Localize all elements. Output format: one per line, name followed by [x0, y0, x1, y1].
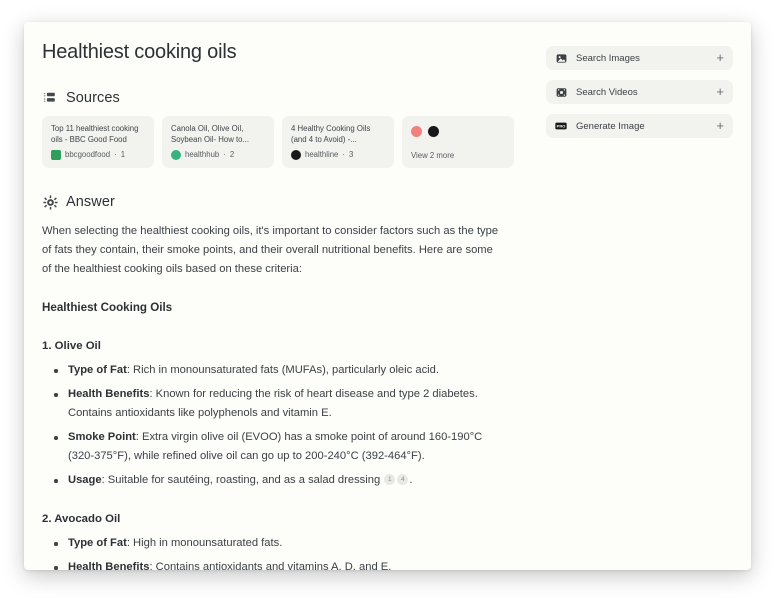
oil-heading: 2. Avocado Oil — [42, 513, 121, 525]
detail-label: Health Benefits — [68, 388, 150, 400]
search-images-button[interactable]: Search Images + — [546, 46, 733, 70]
citation-badge[interactable]: 4 — [397, 473, 409, 485]
source-card[interactable]: 4 Healthy Cooking Oils (and 4 to Avoid) … — [282, 116, 394, 168]
source-avatar-group — [411, 124, 505, 137]
source-meta: healthline · 3 — [291, 150, 385, 160]
generate-image-button[interactable]: PRO Generate Image + — [546, 114, 733, 138]
add-icon[interactable]: + — [716, 119, 724, 132]
source-separator: · — [342, 150, 345, 159]
source-favicon-icon — [411, 126, 422, 137]
source-index: 2 — [229, 150, 235, 159]
svg-text:PRO: PRO — [557, 124, 566, 129]
sources-list: Top 11 healthiest cooking oils - BBC Goo… — [42, 116, 522, 168]
detail-label: Type of Fat — [68, 537, 127, 549]
action-label: Generate Image — [576, 120, 645, 132]
source-separator: · — [114, 150, 117, 159]
page-title: Healthiest cooking oils — [42, 41, 237, 63]
action-label: Search Videos — [576, 86, 638, 98]
action-label: Search Images — [576, 52, 640, 64]
detail-label: Smoke Point — [68, 431, 136, 443]
detail-label: Health Benefits — [68, 561, 150, 570]
search-videos-button[interactable]: Search Videos + — [546, 80, 733, 104]
source-favicon-icon — [171, 150, 181, 160]
source-meta: bbcgoodfood · 1 — [51, 150, 145, 160]
detail-text: : Suitable for sautéing, roasting, and a… — [101, 474, 381, 486]
sources-header: Sources — [42, 90, 522, 106]
view-more-sources-card[interactable]: View 2 more — [402, 116, 514, 168]
detail-text: : Contains antioxidants and vitamins A, … — [149, 561, 392, 570]
detail-text: : High in monounsaturated fats. — [126, 537, 283, 549]
source-card[interactable]: Top 11 healthiest cooking oils - BBC Goo… — [42, 116, 154, 168]
list-item: Type of Fat: High in monounsaturated fat… — [54, 534, 504, 553]
action-panel: Search Images + Search Videos + PRO Gene… — [522, 38, 733, 570]
source-index: 1 — [120, 150, 126, 159]
source-index: 3 — [349, 150, 354, 159]
list-item: Health Benefits: Known for reducing the … — [54, 385, 504, 423]
answer-section-title: Healthiest Cooking Oils — [42, 301, 173, 314]
source-meta: healthhub · 2 — [171, 150, 265, 160]
image-icon — [555, 52, 567, 64]
answer-label: Answer — [66, 194, 115, 210]
pro-badge-icon: PRO — [555, 120, 567, 132]
source-favicon-icon — [428, 126, 439, 137]
oil-details-list: Type of Fat: High in monounsaturated fat… — [42, 534, 522, 570]
detail-label: Type of Fat — [68, 364, 127, 376]
detail-trailing: . — [409, 474, 413, 486]
source-domain: healthline — [305, 150, 339, 159]
add-icon[interactable]: + — [716, 85, 724, 98]
source-separator: · — [223, 150, 226, 159]
oil-details-list: Type of Fat: Rich in monounsaturated fat… — [42, 361, 522, 490]
source-favicon-icon — [291, 150, 301, 160]
detail-label: Usage — [68, 474, 102, 486]
list-item: Health Benefits: Contains antioxidants a… — [54, 558, 504, 570]
source-title: Canola Oil, Olive Oil, Soybean Oil- How … — [171, 124, 250, 144]
citation-badge[interactable]: 1 — [384, 473, 396, 485]
source-title: 4 Healthy Cooking Oils (and 4 to Avoid) … — [291, 124, 371, 144]
source-domain: healthhub — [185, 150, 220, 159]
answer-header: Answer — [42, 194, 522, 210]
source-domain: bbcgoodfood — [65, 150, 111, 159]
answer-card: Healthiest cooking oils Sources Top 11 h… — [24, 22, 751, 570]
view-more-label: View 2 more — [411, 151, 455, 160]
source-title: Top 11 healthiest cooking oils - BBC Goo… — [51, 124, 139, 144]
answer-main-column: Healthiest cooking oils Sources Top 11 h… — [40, 38, 522, 570]
sources-label: Sources — [66, 90, 120, 106]
video-icon — [555, 86, 567, 98]
sparkle-badge-icon — [42, 194, 58, 210]
list-item: Usage: Suitable for sautéing, roasting, … — [54, 471, 504, 490]
answer-intro-paragraph: When selecting the healthiest cooking oi… — [42, 225, 499, 275]
list-stack-icon — [42, 90, 58, 106]
oil-heading: 1. Olive Oil — [42, 340, 101, 352]
source-card[interactable]: Canola Oil, Olive Oil, Soybean Oil- How … — [162, 116, 274, 168]
list-item: Smoke Point: Extra virgin olive oil (EVO… — [54, 428, 504, 466]
add-icon[interactable]: + — [716, 51, 724, 64]
list-item: Type of Fat: Rich in monounsaturated fat… — [54, 361, 504, 380]
source-favicon-icon — [51, 150, 61, 160]
detail-text: : Rich in monounsaturated fats (MUFAs), … — [126, 364, 439, 376]
